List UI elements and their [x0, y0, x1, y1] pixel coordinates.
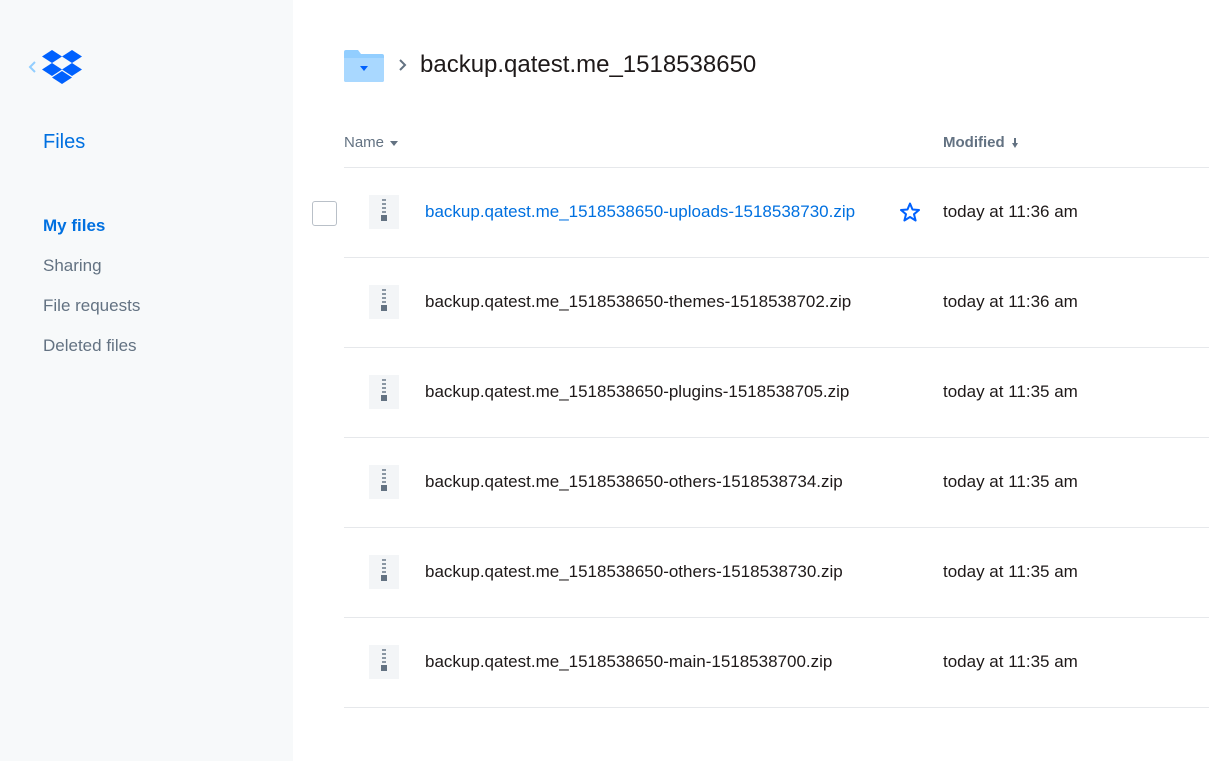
chevron-left-icon	[28, 61, 36, 73]
sidebar-files-link[interactable]: Files	[43, 131, 85, 154]
file-name-link[interactable]: backup.qatest.me_1518538650-others-15185…	[425, 472, 843, 492]
file-name-link[interactable]: backup.qatest.me_1518538650-plugins-1518…	[425, 382, 849, 402]
table-header: Name Modified	[344, 124, 1209, 168]
caret-down-icon	[390, 140, 399, 146]
table-row[interactable]: backup.qatest.me_1518538650-main-1518538…	[293, 618, 1209, 708]
modified-column-header[interactable]: Modified	[943, 134, 1019, 151]
file-list: backup.qatest.me_1518538650-uploads-1518…	[293, 168, 1209, 708]
zip-file-icon	[369, 555, 399, 589]
file-name-link[interactable]: backup.qatest.me_1518538650-themes-15185…	[425, 292, 851, 312]
zip-file-icon	[369, 375, 399, 409]
file-name-link[interactable]: backup.qatest.me_1518538650-uploads-1518…	[425, 202, 855, 222]
sidebar-nav: My files Sharing File requests Deleted f…	[43, 206, 140, 366]
modified-column-label: Modified	[943, 134, 1005, 151]
modified-date: today at 11:36 am	[943, 292, 1078, 311]
table-row[interactable]: backup.qatest.me_1518538650-others-15185…	[293, 528, 1209, 618]
table-row[interactable]: backup.qatest.me_1518538650-uploads-1518…	[293, 168, 1209, 258]
sidebar-item-file-requests[interactable]: File requests	[43, 286, 140, 326]
row-checkbox[interactable]	[312, 201, 337, 226]
row-divider	[344, 707, 1209, 708]
zip-file-icon	[369, 465, 399, 499]
file-name-link[interactable]: backup.qatest.me_1518538650-main-1518538…	[425, 652, 832, 672]
dropbox-logo-icon	[42, 50, 82, 84]
modified-date: today at 11:36 am	[943, 202, 1078, 221]
modified-date: today at 11:35 am	[943, 562, 1078, 581]
table-row[interactable]: backup.qatest.me_1518538650-plugins-1518…	[293, 348, 1209, 438]
file-name-link[interactable]: backup.qatest.me_1518538650-others-15185…	[425, 562, 843, 582]
table-row[interactable]: backup.qatest.me_1518538650-themes-15185…	[293, 258, 1209, 348]
page-title: backup.qatest.me_1518538650	[420, 51, 757, 78]
breadcrumb: backup.qatest.me_1518538650	[344, 48, 756, 82]
sidebar-item-deleted-files[interactable]: Deleted files	[43, 326, 140, 366]
sidebar-item-my-files[interactable]: My files	[43, 206, 140, 246]
table-row[interactable]: backup.qatest.me_1518538650-others-15185…	[293, 438, 1209, 528]
zip-file-icon	[369, 195, 399, 229]
sort-arrow-down-icon	[1011, 137, 1018, 148]
chevron-right-icon	[399, 59, 407, 71]
main-content: backup.qatest.me_1518538650 Name Modifie…	[293, 0, 1209, 761]
home-logo-link[interactable]	[26, 48, 82, 86]
name-column-label: Name	[344, 134, 385, 151]
modified-date: today at 11:35 am	[943, 652, 1078, 671]
modified-date: today at 11:35 am	[943, 382, 1078, 401]
modified-date: today at 11:35 am	[943, 472, 1078, 491]
zip-file-icon	[369, 285, 399, 319]
name-column-header[interactable]: Name	[344, 134, 399, 151]
sidebar-item-sharing[interactable]: Sharing	[43, 246, 140, 286]
folder-icon[interactable]	[344, 48, 384, 82]
star-icon[interactable]	[900, 202, 920, 222]
zip-file-icon	[369, 645, 399, 679]
sidebar: Files My files Sharing File requests Del…	[0, 0, 293, 761]
